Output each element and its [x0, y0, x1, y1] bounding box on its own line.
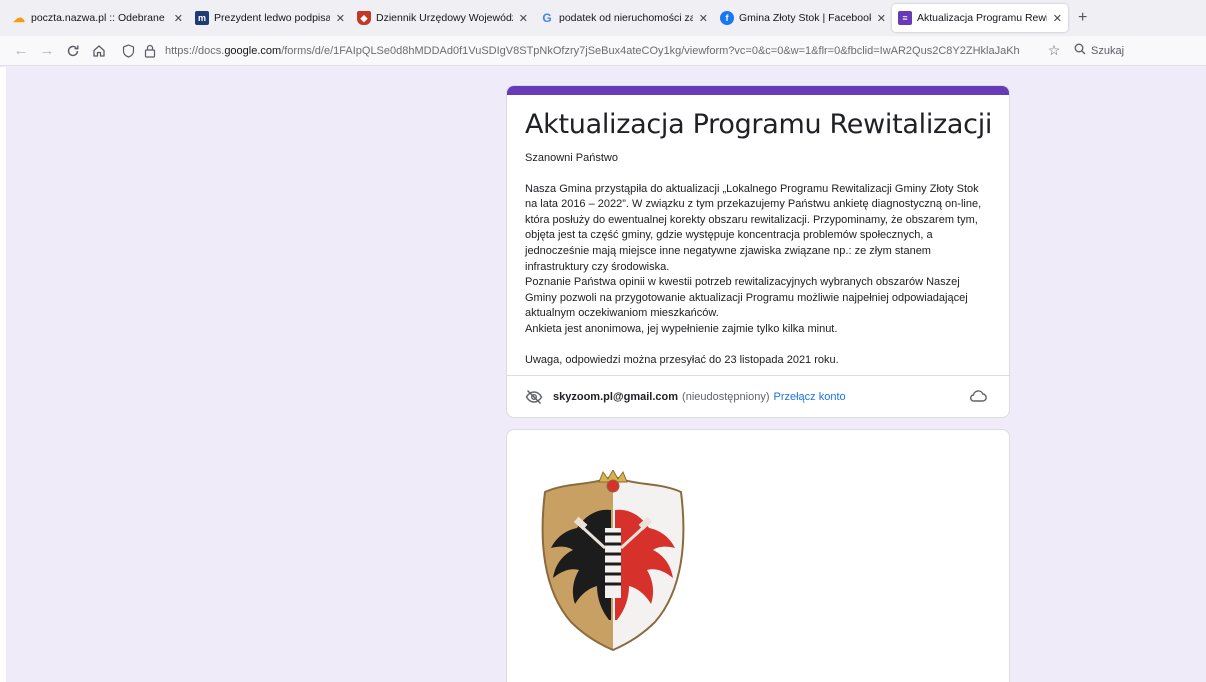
cloud-icon [969, 389, 987, 403]
form-header-card: Aktualizacja Programu Rewitalizacji Szan… [506, 85, 1010, 418]
google-icon: G [542, 11, 552, 25]
tab-dziennik[interactable]: ◆ Dziennik Urzędowy Województw ✕ [351, 4, 534, 32]
left-edge [0, 67, 6, 682]
tab-title: podatek od nieruchomości zaję [559, 12, 693, 24]
form-title: Aktualizacja Programu Rewitalizacji [525, 109, 993, 140]
accent-bar [507, 86, 1009, 95]
tab-strip: ☁ poczta.nazwa.pl :: Odebrane ✕ m Prezyd… [0, 0, 1206, 36]
close-icon[interactable]: ✕ [1053, 12, 1062, 25]
search-icon [1074, 43, 1086, 58]
tab-prezydent[interactable]: m Prezydent ledwo podpisał Polsk ✕ [189, 4, 351, 32]
cloud-mail-icon: ☁ [13, 11, 25, 25]
tab-facebook[interactable]: f Gmina Złoty Stok | Facebook ✕ [714, 4, 892, 32]
tab-title: Prezydent ledwo podpisał Polsk [214, 12, 330, 24]
url-prefix: https://docs. [165, 44, 225, 57]
switch-account-link[interactable]: Przełącz konto [774, 391, 846, 403]
back-icon[interactable]: ← [8, 38, 34, 64]
forms-icon: ≡ [898, 11, 912, 25]
new-tab-button[interactable]: + [1078, 9, 1087, 27]
url-text[interactable]: https://docs.google.com/forms/d/e/1FAIpQ… [165, 45, 1042, 57]
search-input[interactable]: Szukaj [1066, 39, 1188, 63]
lock-icon[interactable] [144, 44, 156, 58]
address-bar[interactable]: https://docs.google.com/forms/d/e/1FAIpQ… [112, 38, 1042, 64]
close-icon[interactable]: ✕ [174, 12, 183, 25]
forward-icon[interactable]: → [34, 38, 60, 64]
bookmark-star-icon[interactable]: ☆ [1042, 42, 1066, 59]
close-icon[interactable]: ✕ [519, 12, 528, 25]
account-row: skyzoom.pl@gmail.com (nieudostępniony) P… [507, 375, 1009, 417]
tab-title: Dziennik Urzędowy Województw [376, 12, 513, 24]
image-card [506, 429, 1010, 682]
page-content: Aktualizacja Programu Rewitalizacji Szan… [0, 67, 1206, 682]
close-icon[interactable]: ✕ [877, 12, 886, 25]
close-icon[interactable]: ✕ [699, 12, 708, 25]
account-email: skyzoom.pl@gmail.com [553, 390, 679, 403]
tab-poczta[interactable]: ☁ poczta.nazwa.pl :: Odebrane ✕ [6, 4, 189, 32]
tab-title: Gmina Złoty Stok | Facebook [739, 12, 871, 24]
form-greeting: Szanowni Państwo [525, 152, 618, 164]
tab-podatek[interactable]: G podatek od nieruchomości zaję ✕ [534, 4, 714, 32]
search-placeholder: Szukaj [1091, 44, 1125, 57]
navigation-bar: ← → https://docs.google.com/forms/d/e/1F… [0, 36, 1206, 66]
close-icon[interactable]: ✕ [336, 12, 345, 25]
tab-title: poczta.nazwa.pl :: Odebrane [31, 12, 165, 24]
form-deadline: Uwaga, odpowiedzi można przesyłać do 23 … [525, 353, 839, 366]
home-icon[interactable] [86, 38, 112, 64]
description-paragraph: Poznanie Państwa opinii w kwestii potrze… [525, 276, 968, 320]
tracking-protection-icon[interactable] [122, 43, 135, 58]
tab-title: Aktualizacja Programu Rewitaliz [917, 12, 1047, 24]
facebook-icon: f [720, 11, 734, 25]
reload-icon[interactable] [60, 38, 86, 64]
crest-icon: ◆ [357, 11, 371, 25]
tab-aktualizacja[interactable]: ≡ Aktualizacja Programu Rewitaliz ✕ [892, 4, 1068, 32]
form-description: Nasza Gmina przystąpiła do aktualizacji … [507, 182, 1009, 338]
m-logo-icon: m [195, 11, 209, 25]
url-path: /forms/d/e/1FAIpQLSe0d8hMDDAd0f1VuSDIgV8… [281, 44, 1020, 57]
coat-of-arms-image [541, 470, 685, 652]
description-paragraph: Ankieta jest anonimowa, jej wypełnienie … [525, 322, 838, 335]
description-paragraph: Nasza Gmina przystąpiła do aktualizacji … [525, 182, 982, 273]
account-status: (nieudostępniony) [682, 390, 770, 403]
eye-off-icon [525, 389, 543, 405]
url-host: google.com [224, 44, 282, 57]
